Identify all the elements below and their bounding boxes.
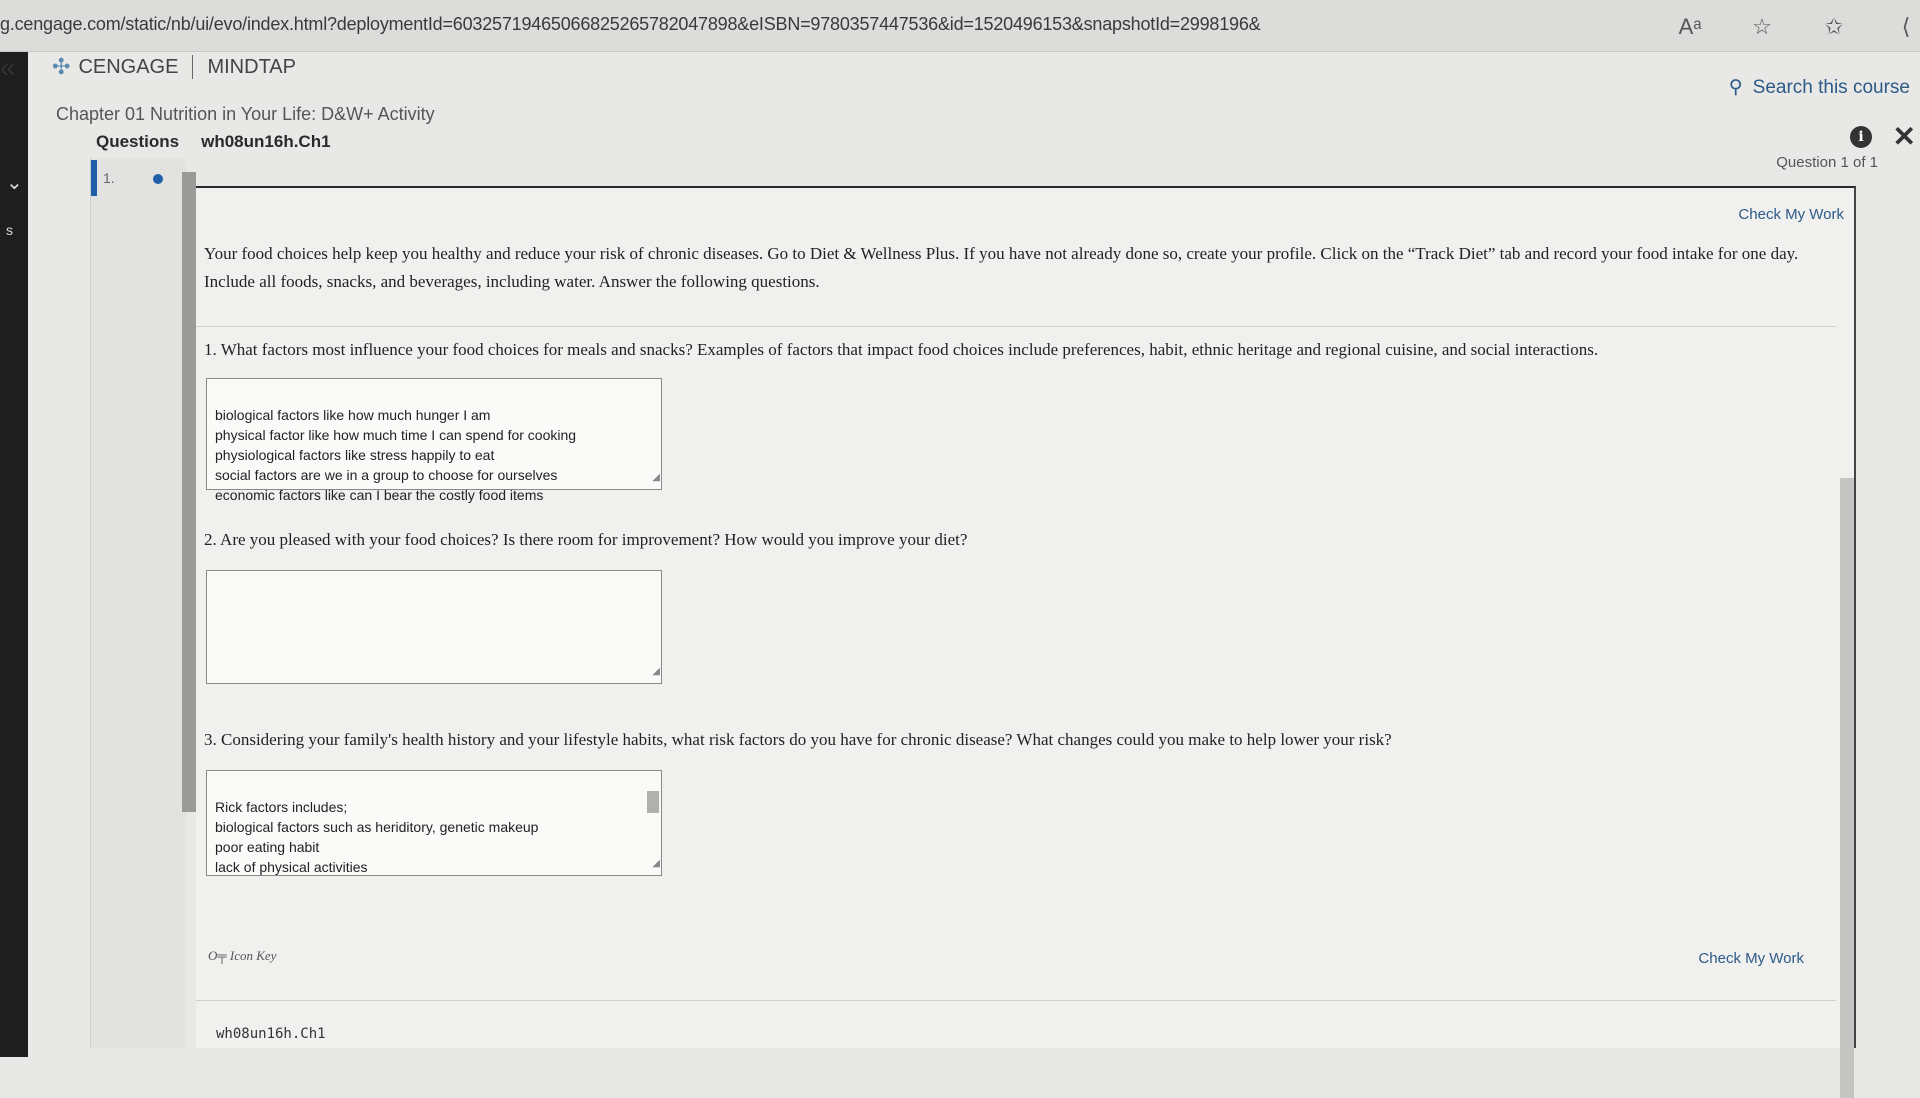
favorites-icon[interactable]: ✩ <box>1820 14 1848 40</box>
answer-1-content: biological factors like how much hunger … <box>215 407 577 503</box>
active-question-indicator <box>91 160 97 196</box>
info-icon[interactable]: i <box>1850 126 1872 148</box>
question-count: Question 1 of 1 <box>1776 154 1878 171</box>
nav-scrollbar[interactable] <box>182 172 196 812</box>
cengage-logo-icon: ✣ <box>52 54 71 79</box>
question-2-text: 2. Are you pleased with your food choice… <box>204 530 968 549</box>
browser-toolbar: Aᵃ ☆ ✩ ⟨ <box>1676 14 1920 40</box>
search-icon: ⚲ <box>1728 77 1743 98</box>
product-name: MINDTAP <box>207 55 296 78</box>
answer-2-textarea[interactable]: ◢ <box>206 570 662 684</box>
check-my-work-bottom-button[interactable]: Check My Work <box>1698 950 1804 967</box>
favorite-add-icon[interactable]: ☆ <box>1748 14 1776 40</box>
section-divider <box>196 326 1836 327</box>
question-intro: Your food choices help keep you healthy … <box>204 244 1799 291</box>
question-nav-rail: 1. <box>90 158 186 1048</box>
answer-3-textarea[interactable]: Rick factors includes; biological factor… <box>206 770 662 876</box>
search-label: Search this course <box>1752 76 1910 98</box>
collapse-sidebar-icon[interactable]: « <box>0 52 16 84</box>
resize-handle-icon[interactable]: ◢ <box>652 468 660 488</box>
question-1-text: 1. What factors most influence your food… <box>204 340 1599 359</box>
answered-dot-icon <box>153 174 163 184</box>
icon-key-label: Icon Key <box>229 948 277 963</box>
url-field[interactable]: g.cengage.com/static/nb/ui/evo/index.htm… <box>0 14 1261 35</box>
icon-key-link[interactable]: O╤ Icon Key <box>208 948 276 964</box>
extensions-icon[interactable]: ⟨ <box>1892 14 1920 40</box>
textarea-scrollbar[interactable] <box>647 791 659 813</box>
chevron-down-icon[interactable]: ⌄ <box>6 170 23 195</box>
left-sidebar-strip: ⌄ s <box>0 52 28 1057</box>
resize-handle-icon[interactable]: ◢ <box>652 854 660 874</box>
tab-assignment-id[interactable]: wh08un16h.Ch1 <box>201 132 330 152</box>
brand-name: CENGAGE <box>78 55 179 78</box>
app-brand: ✣ CENGAGE MINDTAP <box>52 50 296 84</box>
activity-tabs: Questions wh08un16h.Ch1 <box>96 132 331 152</box>
tab-questions[interactable]: Questions <box>96 132 179 152</box>
panel-scrollbar[interactable] <box>1840 478 1854 1098</box>
resize-handle-icon[interactable]: ◢ <box>652 662 660 682</box>
footer-divider <box>196 1000 1836 1001</box>
browser-address-bar: g.cengage.com/static/nb/ui/evo/index.htm… <box>0 0 1920 52</box>
key-icon: O╤ <box>208 948 230 963</box>
search-course-button[interactable]: ⚲ Search this course <box>1729 76 1910 99</box>
answer-3-content: Rick factors includes; biological factor… <box>215 799 539 875</box>
chapter-title: Chapter 01 Nutrition in Your Life: D&W+ … <box>56 104 435 124</box>
read-aloud-icon[interactable]: Aᵃ <box>1676 14 1704 40</box>
answer-1-textarea[interactable]: biological factors like how much hunger … <box>206 378 662 503</box>
question-panel: Check My Work Your food choices help kee… <box>196 186 1856 1098</box>
sidebar-glyph: s <box>6 222 13 238</box>
question-nav-item[interactable]: 1. <box>103 170 115 186</box>
question-3-text: 3. Considering your family's health hist… <box>204 730 1392 749</box>
close-icon[interactable]: ✕ <box>1893 120 1916 153</box>
footer-assignment-title: wh08un16h.Ch1 <box>216 1026 326 1042</box>
brand-divider <box>192 55 194 79</box>
check-my-work-button[interactable]: Check My Work <box>1738 206 1844 223</box>
